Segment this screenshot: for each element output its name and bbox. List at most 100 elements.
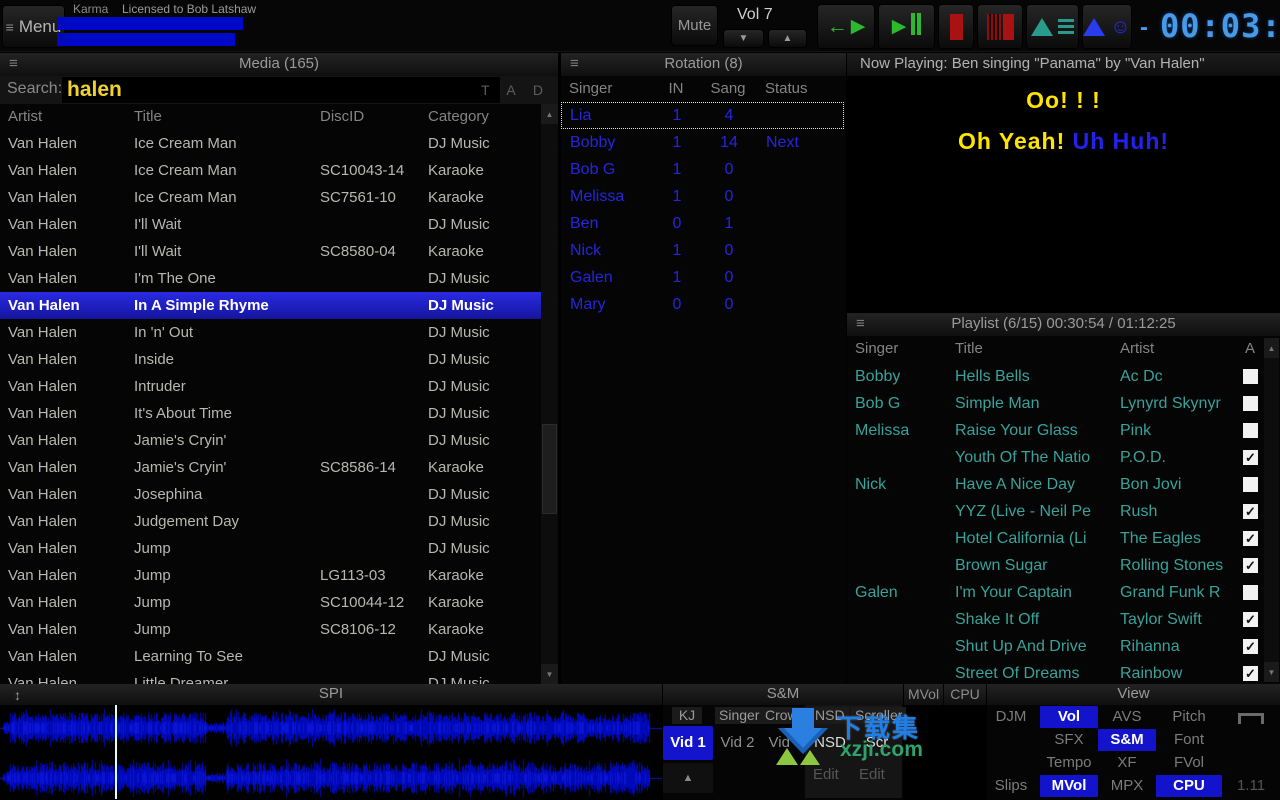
rotation-row[interactable]: Melissa10 xyxy=(561,183,844,210)
playlist-row[interactable]: GalenI'm Your CaptainGrand Funk R xyxy=(847,579,1262,606)
scroll-up-icon[interactable]: ▲ xyxy=(1264,338,1279,358)
media-row[interactable]: Van HalenLittle DreamerDJ Music xyxy=(0,670,541,684)
rotation-row[interactable]: Mary00 xyxy=(561,291,844,318)
playlist-checkbox[interactable]: ✓ xyxy=(1243,639,1258,654)
media-row[interactable]: Van HalenIce Cream ManSC7561-10Karaoke xyxy=(0,184,541,211)
sm-tab-singer[interactable]: Singer xyxy=(715,707,763,724)
view-toggle-font[interactable]: Font xyxy=(1156,729,1222,751)
expand-up-button[interactable]: ▲ xyxy=(663,763,713,793)
media-row[interactable]: Van HalenJumpSC10044-12Karaoke xyxy=(0,589,541,616)
playlist-row[interactable]: BobbyHells BellsAc Dc xyxy=(847,363,1262,390)
playlist-scrollbar[interactable]: ▲ ▼ xyxy=(1264,338,1279,682)
scroll-down-icon[interactable]: ▼ xyxy=(1264,662,1279,682)
media-row[interactable]: Van HalenIce Cream ManSC10043-14Karaoke xyxy=(0,157,541,184)
column-header-title[interactable]: Title xyxy=(134,104,162,130)
playlist-checkbox[interactable] xyxy=(1243,423,1258,438)
panel-menu-icon[interactable]: ≡ xyxy=(856,313,865,335)
scrollbar-thumb[interactable] xyxy=(542,424,557,514)
column-header-artist[interactable]: Artist xyxy=(8,104,42,130)
playlist-row[interactable]: Street Of DreamsRainbow✓ xyxy=(847,660,1262,684)
view-toggle-vol[interactable]: Vol xyxy=(1040,706,1098,728)
view-toggle-cpu[interactable]: CPU xyxy=(1156,775,1222,797)
column-header-sang[interactable]: Sang xyxy=(707,76,749,102)
mute-button[interactable]: Mute xyxy=(671,5,718,46)
playlist-checkbox[interactable]: ✓ xyxy=(1243,504,1258,519)
vid-button-nsd[interactable]: NSD xyxy=(811,726,849,760)
playlist-row[interactable]: Hotel California (LiThe Eagles✓ xyxy=(847,525,1262,552)
volume-down-button[interactable]: ▼ xyxy=(723,29,764,48)
media-row[interactable]: Van HalenJumpLG113-03Karaoke xyxy=(0,562,541,589)
media-row[interactable]: Van HalenLearning To SeeDJ Music xyxy=(0,643,541,670)
media-row[interactable]: Van HalenJamie's Cryin'DJ Music xyxy=(0,427,541,454)
column-header-title[interactable]: Title xyxy=(955,336,1117,361)
panel-menu-icon[interactable]: ≡ xyxy=(570,53,579,75)
playlist-checkbox[interactable]: ✓ xyxy=(1243,612,1258,627)
column-header-singer[interactable]: Singer xyxy=(855,336,898,361)
view-toggle-pitch[interactable]: Pitch xyxy=(1156,706,1222,728)
playlist-row[interactable]: MelissaRaise Your GlassPink xyxy=(847,417,1262,444)
sm-tab-scroller[interactable]: Scroller xyxy=(851,707,906,724)
playlist-checkbox[interactable]: ✓ xyxy=(1243,558,1258,573)
collapse-panel-icon[interactable] xyxy=(1222,706,1280,728)
sm-tab-kj[interactable]: KJ xyxy=(672,707,702,724)
view-toggle-sm[interactable]: S&M xyxy=(1098,729,1156,751)
rotation-row[interactable]: Nick10 xyxy=(561,237,844,264)
stop-button[interactable] xyxy=(938,4,974,49)
vid-button-scr[interactable]: Scr xyxy=(855,726,899,760)
rotation-row[interactable]: Galen10 xyxy=(561,264,844,291)
playhead-cursor[interactable] xyxy=(115,705,117,799)
vid-button-vid-1[interactable]: Vid 1 xyxy=(663,726,713,760)
view-toggle-slips[interactable]: Slips xyxy=(987,775,1035,797)
singer-screen-button[interactable]: ☺ xyxy=(1082,4,1132,49)
view-toggle-tempo[interactable]: Tempo xyxy=(1040,752,1098,774)
media-row[interactable]: Van HalenJosephinaDJ Music xyxy=(0,481,541,508)
edit-button[interactable]: Edit xyxy=(813,766,839,783)
view-toggle-sfx[interactable]: SFX xyxy=(1040,729,1098,751)
media-row[interactable]: Van HalenIn A Simple RhymeDJ Music xyxy=(0,292,541,319)
rotation-row[interactable]: Ben01 xyxy=(561,210,844,237)
column-header-in[interactable]: IN xyxy=(659,76,693,102)
rotation-row[interactable]: Bob G10 xyxy=(561,156,844,183)
view-toggle-djm[interactable]: DJM xyxy=(987,706,1035,728)
playlist-checkbox[interactable]: ✓ xyxy=(1243,666,1258,681)
playlist-row[interactable]: Shake It OffTaylor Swift✓ xyxy=(847,606,1262,633)
view-toggle-mvol[interactable]: MVol xyxy=(1040,775,1098,797)
media-row[interactable]: Van HalenJamie's Cryin'SC8586-14Karaoke xyxy=(0,454,541,481)
resize-vertical-icon[interactable]: ↕ xyxy=(14,685,21,705)
playlist-checkbox[interactable]: ✓ xyxy=(1243,450,1258,465)
playlist-checkbox[interactable] xyxy=(1243,477,1258,492)
playlist-row[interactable]: YYZ (Live - Neil PeRush✓ xyxy=(847,498,1262,525)
media-row[interactable]: Van HalenIntruderDJ Music xyxy=(0,373,541,400)
view-toggle-avs[interactable]: AVS xyxy=(1098,706,1156,728)
vid-button-vid-2[interactable]: Vid 2 xyxy=(716,726,759,760)
sm-tab-crowd[interactable]: Crowd xyxy=(761,707,809,724)
media-row[interactable]: Van HalenJumpDJ Music xyxy=(0,535,541,562)
volume-up-button[interactable]: ▲ xyxy=(768,29,807,48)
playlist-row[interactable]: Brown SugarRolling Stones✓ xyxy=(847,552,1262,579)
rotation-row[interactable]: Bobby114Next xyxy=(561,129,844,156)
rotation-row[interactable]: Lia14 xyxy=(561,102,844,129)
playlist-checkbox[interactable] xyxy=(1243,396,1258,411)
column-header-artist[interactable]: Artist xyxy=(1120,336,1242,361)
playlist-checkbox[interactable] xyxy=(1243,369,1258,384)
view-toggle-xf[interactable]: XF xyxy=(1098,752,1156,774)
media-row[interactable]: Van HalenI'll WaitDJ Music xyxy=(0,211,541,238)
playlist-checkbox[interactable] xyxy=(1243,585,1258,600)
mvol-panel-header[interactable]: MVol xyxy=(904,684,943,705)
media-row[interactable]: Van HalenIt's About TimeDJ Music xyxy=(0,400,541,427)
scroll-down-icon[interactable]: ▼ xyxy=(541,664,558,684)
menu-button[interactable]: ≡ Menu xyxy=(2,5,65,48)
edit-button[interactable]: Edit xyxy=(859,766,885,783)
playlist-row[interactable]: Youth Of The NatioP.O.D.✓ xyxy=(847,444,1262,471)
restart-track-button[interactable]: ← ▶ xyxy=(817,4,875,49)
scroll-up-icon[interactable]: ▲ xyxy=(541,104,558,124)
media-row[interactable]: Van HalenJudgement DayDJ Music xyxy=(0,508,541,535)
playlist-row[interactable]: Shut Up And DriveRihanna✓ xyxy=(847,633,1262,660)
media-row[interactable]: Van HalenI'll WaitSC8580-04Karaoke xyxy=(0,238,541,265)
column-header-discid[interactable]: DiscID xyxy=(320,104,364,130)
cpu-panel-header[interactable]: CPU xyxy=(944,684,986,705)
playlist-row[interactable]: NickHave A Nice DayBon Jovi xyxy=(847,471,1262,498)
playlist-checkbox[interactable]: ✓ xyxy=(1243,531,1258,546)
rotation-advance-button[interactable] xyxy=(1026,4,1079,49)
column-header-category[interactable]: Category xyxy=(428,104,489,130)
